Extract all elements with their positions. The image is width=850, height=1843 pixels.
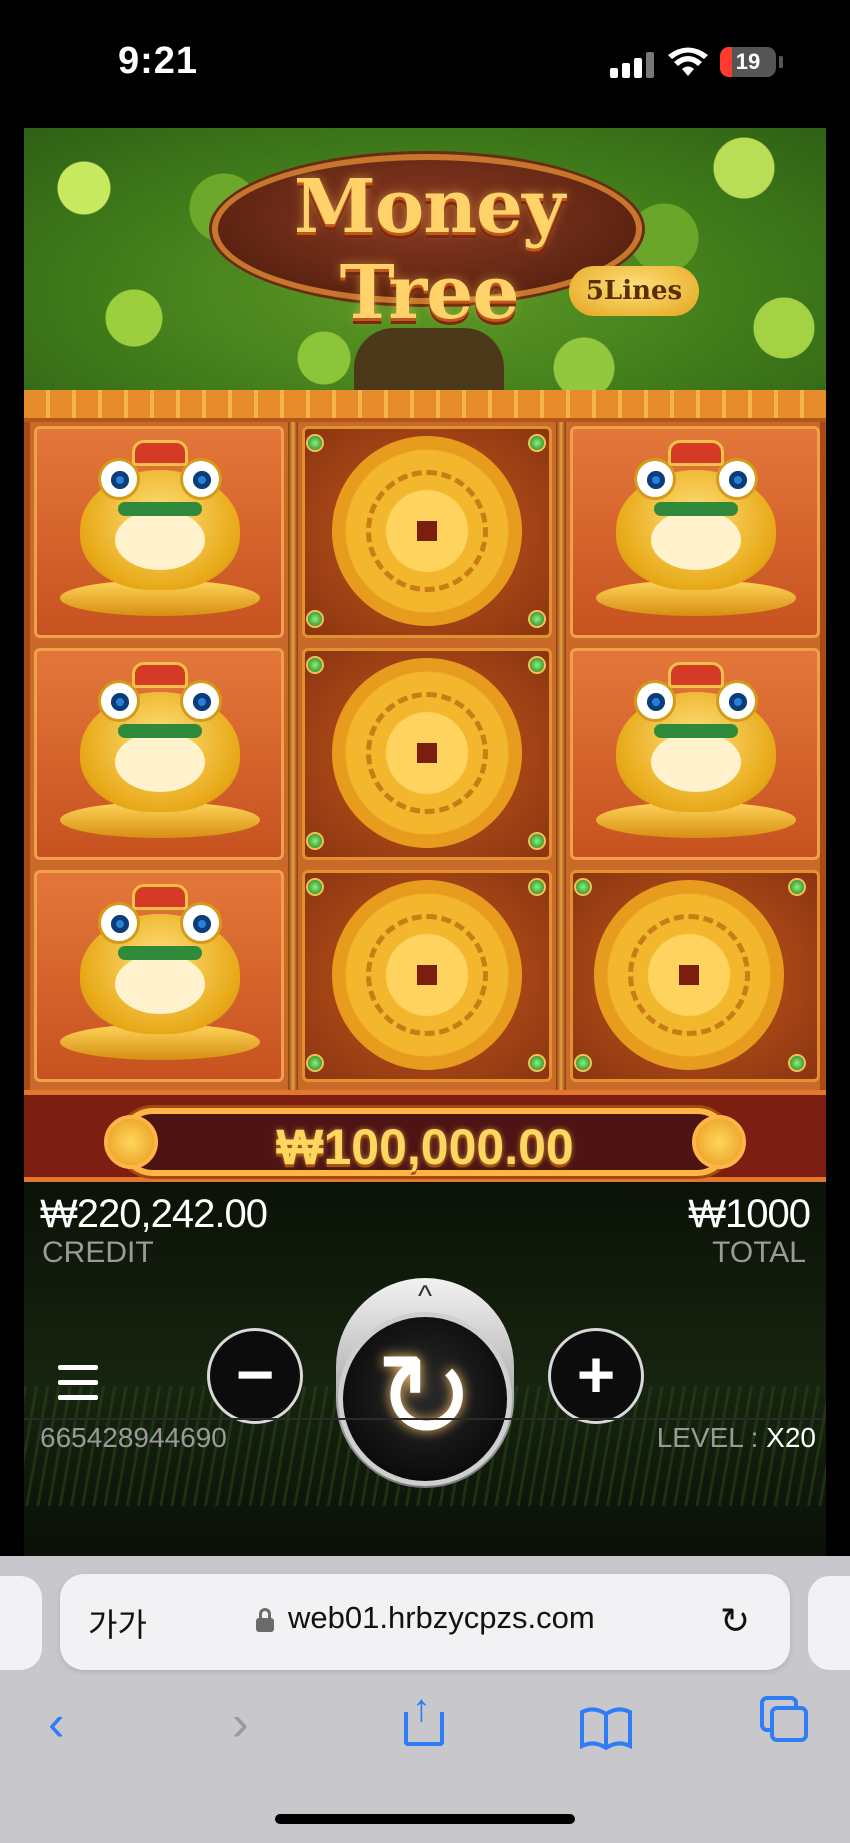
lock-icon — [256, 1608, 274, 1632]
reel-2 — [298, 422, 556, 1090]
decrease-bet-button[interactable]: − — [207, 1328, 303, 1424]
menu-icon[interactable] — [58, 1365, 98, 1401]
control-panel: ₩220,242.00 CREDIT ₩1000 TOTAL − ^ ↻ + — [24, 1182, 826, 1556]
symbol-golden-toad — [566, 644, 824, 864]
share-icon[interactable]: ↑ — [400, 1688, 450, 1754]
chevron-up-icon[interactable]: ^ — [400, 1282, 450, 1312]
total-bet-value: ₩1000 — [688, 1192, 811, 1236]
win-amount-panel: ₩100,000.00 — [119, 1108, 731, 1176]
win-banner: ₩100,000.00 — [24, 1090, 826, 1182]
reel-3 — [566, 422, 824, 1090]
credit-value: ₩220,242.00 — [40, 1192, 268, 1236]
symbol-golden-toad — [566, 422, 824, 642]
level-label: LEVEL : — [656, 1422, 759, 1453]
footer-divider — [24, 1418, 826, 1420]
reel-divider — [556, 422, 566, 1090]
cellular-signal-icon — [610, 52, 658, 78]
text-size-button[interactable]: 가가 — [88, 1600, 147, 1646]
battery-tip — [779, 56, 783, 68]
browser-toolbar: 가가 web01.hrbzycpzs.com ↻ ‹ › ↑ — [0, 1556, 850, 1843]
home-indicator — [275, 1814, 575, 1824]
reload-icon[interactable]: ↻ — [720, 1600, 750, 1642]
back-icon[interactable]: ‹ — [48, 1694, 65, 1752]
previous-tab-preview[interactable] — [0, 1576, 42, 1670]
increase-bet-button[interactable]: + — [548, 1328, 644, 1424]
forward-icon[interactable]: › — [232, 1694, 249, 1752]
reel-1 — [30, 422, 288, 1090]
status-bar: 9:21 19 — [0, 0, 850, 128]
spin-button[interactable]: ↻ — [338, 1312, 512, 1486]
reel-divider — [288, 422, 298, 1090]
symbol-gold-coin — [298, 866, 556, 1086]
battery-level: 19 — [735, 49, 761, 74]
symbol-golden-toad — [30, 422, 288, 642]
url-text[interactable]: web01.hrbzycpzs.com — [288, 1600, 595, 1636]
reel-roof — [24, 390, 826, 422]
symbol-golden-toad — [30, 644, 288, 864]
credit-label: CREDIT — [42, 1236, 154, 1269]
coin-ornament-icon — [104, 1115, 158, 1169]
next-tab-preview[interactable] — [808, 1576, 850, 1670]
battery-icon: 19 — [720, 47, 776, 77]
bookmarks-icon[interactable] — [578, 1706, 634, 1750]
symbol-gold-coin — [298, 644, 556, 864]
reel-grid — [24, 422, 826, 1090]
address-bar[interactable]: 가가 web01.hrbzycpzs.com ↻ — [60, 1574, 790, 1670]
slot-game: Money Tree 5Lines ₩100,000.00 ₩220,242.0… — [24, 128, 826, 1556]
total-bet-label: TOTAL — [712, 1236, 806, 1269]
wifi-icon — [668, 47, 708, 76]
symbol-gold-coin — [566, 866, 824, 1086]
round-id: 665428944690 — [40, 1422, 227, 1453]
win-amount: ₩100,000.00 — [276, 1119, 574, 1175]
symbol-golden-toad — [30, 866, 288, 1086]
tabs-icon[interactable] — [760, 1696, 812, 1748]
coin-ornament-icon — [692, 1115, 746, 1169]
symbol-gold-coin — [298, 422, 556, 642]
clock: 9:21 — [118, 40, 199, 82]
level-indicator: LEVEL : X20 — [657, 1422, 816, 1454]
lines-badge: 5Lines — [569, 266, 699, 316]
level-value: X20 — [766, 1422, 816, 1453]
